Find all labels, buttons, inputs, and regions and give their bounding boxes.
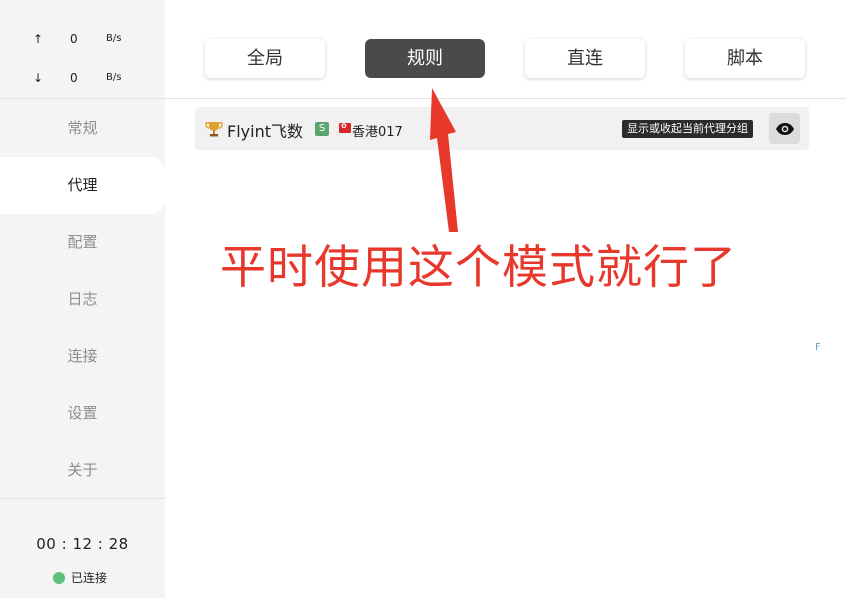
stray-text: F xyxy=(815,342,821,353)
annotation-arrow xyxy=(430,88,458,232)
annotation-text: 平时使用这个模式就行了 xyxy=(220,240,737,294)
